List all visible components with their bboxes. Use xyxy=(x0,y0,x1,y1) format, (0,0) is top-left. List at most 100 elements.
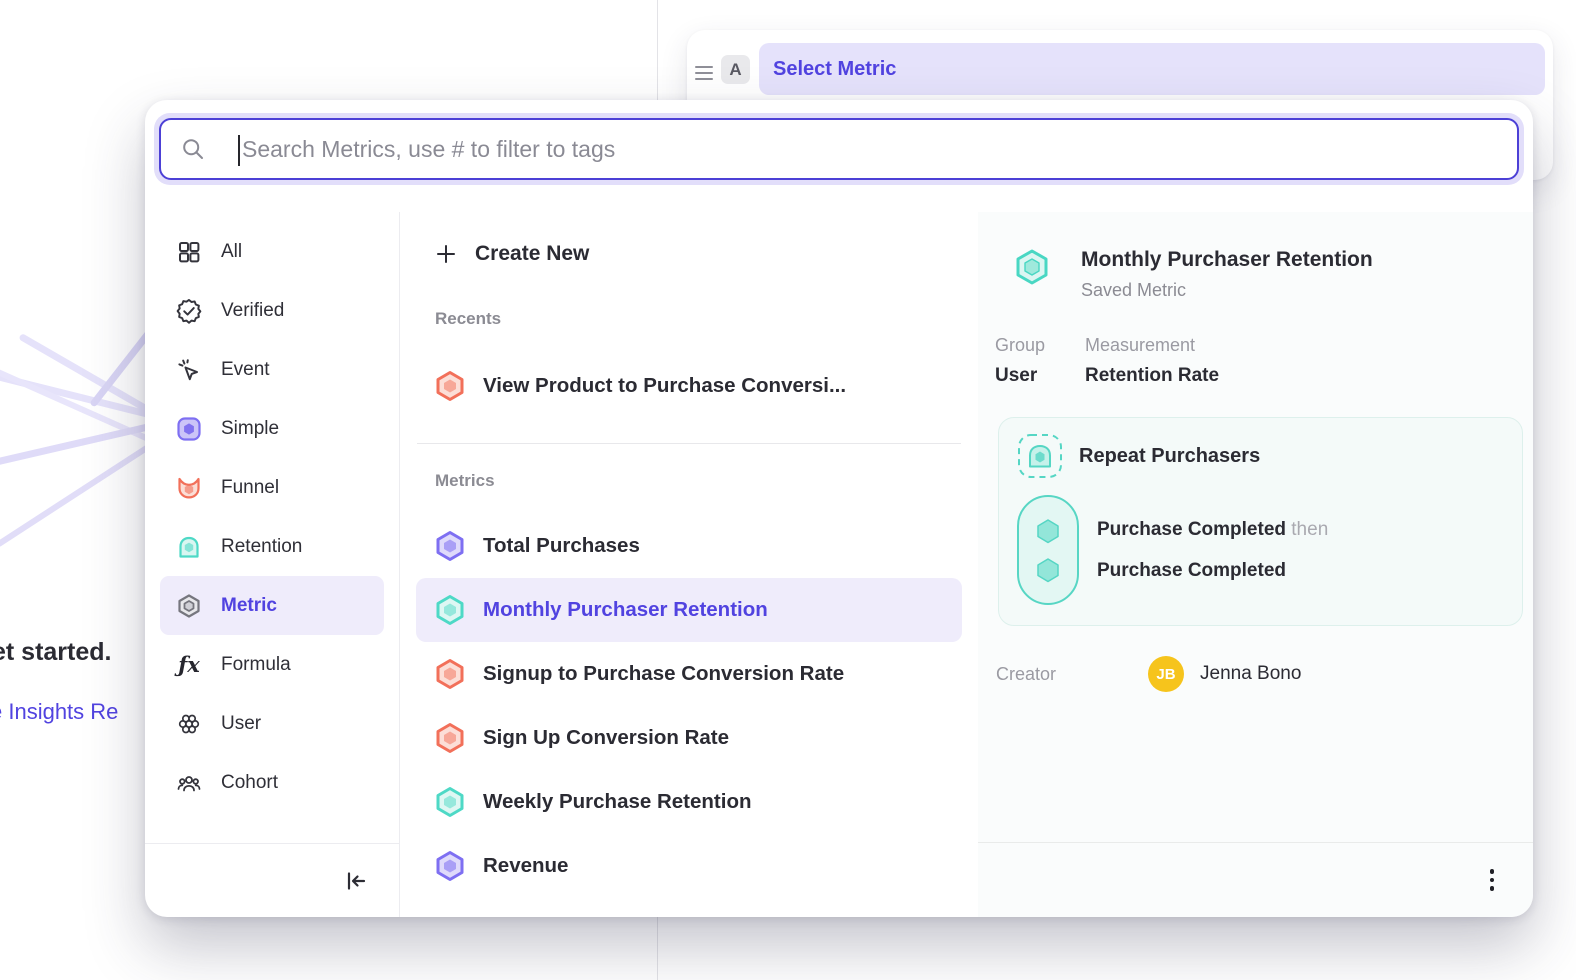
cohort-icon xyxy=(176,770,202,796)
metric-row-label: Monthly Purchaser Retention xyxy=(483,598,768,622)
hexagon-icon xyxy=(434,658,466,690)
sidebar-footer xyxy=(145,843,399,917)
metrics-header: Metrics xyxy=(435,466,978,496)
sidebar-item-retention[interactable]: Retention xyxy=(160,517,384,576)
sidebar-item-label: User xyxy=(221,713,261,735)
series-letter-badge: A xyxy=(721,55,750,84)
hexagon-icon xyxy=(434,594,466,626)
plus-icon xyxy=(434,242,458,266)
filter-sidebar: All Verified xyxy=(145,212,400,917)
sidebar-item-funnel[interactable]: Funnel xyxy=(160,458,384,517)
sidebar-item-formula[interactable]: ƒx Formula xyxy=(160,635,384,694)
sidebar-item-all[interactable]: All xyxy=(160,222,384,281)
metric-row-signup-to-purchase-conversion-rate[interactable]: Signup to Purchase Conversion Rate xyxy=(416,642,962,706)
select-metric-label: Select Metric xyxy=(773,58,896,81)
definition-card: Repeat Purchasers xyxy=(998,417,1523,626)
sidebar-item-metric[interactable]: Metric xyxy=(160,576,384,635)
sidebar-item-label: Metric xyxy=(221,595,277,617)
metric-icon xyxy=(176,593,202,619)
detail-header: Monthly Purchaser Retention Saved Metric xyxy=(978,248,1533,301)
retention-icon xyxy=(176,534,202,560)
detail-subtitle: Saved Metric xyxy=(1081,280,1373,301)
create-new-button[interactable]: Create New xyxy=(416,226,962,282)
more-options-button[interactable] xyxy=(1484,863,1501,897)
measurement-value: Retention Rate xyxy=(1085,365,1219,387)
sidebar-item-label: Formula xyxy=(221,654,291,676)
metric-picker-modal: All Verified xyxy=(145,100,1533,917)
sidebar-item-label: Verified xyxy=(221,300,284,322)
hexagon-icon xyxy=(434,530,466,562)
text-caret xyxy=(238,135,240,166)
metric-row-revenue[interactable]: Revenue xyxy=(416,834,962,898)
avatar: JB xyxy=(1148,656,1184,692)
definition-step-1: Purchase Completed then xyxy=(1097,519,1328,541)
sidebar-item-user[interactable]: User xyxy=(160,694,384,753)
sidebar-item-cohort[interactable]: Cohort xyxy=(160,753,384,812)
search-focus-ring xyxy=(154,113,1524,185)
sidebar-item-label: Funnel xyxy=(221,477,279,499)
sidebar-item-simple[interactable]: Simple xyxy=(160,399,384,458)
sidebar-item-label: Retention xyxy=(221,536,302,558)
creator-row: Creator JB Jenna Bono xyxy=(978,656,1533,692)
definition-connector: then xyxy=(1291,519,1328,540)
hexagon-icon xyxy=(434,786,466,818)
measurement-label: Measurement xyxy=(1085,335,1219,356)
metric-row-label: Sign Up Conversion Rate xyxy=(483,726,729,750)
list-divider xyxy=(417,443,961,444)
event-icon xyxy=(176,357,202,383)
search-box[interactable] xyxy=(159,118,1519,180)
formula-icon: ƒx xyxy=(176,652,202,678)
metric-list-column: Create New Recents View Product to Purch… xyxy=(400,212,978,917)
user-icon xyxy=(176,711,202,737)
retention-steps-capsule xyxy=(1017,495,1079,605)
metric-row-label: Signup to Purchase Conversion Rate xyxy=(483,662,844,686)
metric-row-label: Total Purchases xyxy=(483,534,640,558)
drag-handle-icon[interactable] xyxy=(695,66,713,80)
hexagon-icon xyxy=(434,370,466,402)
metric-row-weekly-purchase-retention[interactable]: Weekly Purchase Retention xyxy=(416,770,962,834)
create-new-label: Create New xyxy=(475,242,589,266)
simple-icon xyxy=(176,416,202,442)
sidebar-item-label: All xyxy=(221,241,242,263)
step-hexagon-icon xyxy=(1034,556,1062,584)
recent-metric-row[interactable]: View Product to Purchase Conversi... xyxy=(416,354,962,418)
detail-footer xyxy=(978,842,1533,917)
search-input[interactable] xyxy=(205,136,1517,163)
sidebar-item-label: Event xyxy=(221,359,270,381)
step-hexagon-icon xyxy=(1034,517,1062,545)
definition-step-2: Purchase Completed xyxy=(1097,560,1328,582)
funnel-icon xyxy=(176,475,202,501)
sidebar-item-event[interactable]: Event xyxy=(160,340,384,399)
retention-definition-icon xyxy=(1017,433,1063,479)
recents-header: Recents xyxy=(435,304,978,334)
search-zone xyxy=(145,100,1533,212)
sidebar-item-label: Cohort xyxy=(221,772,278,794)
hexagon-icon xyxy=(434,722,466,754)
background-heading-fragment: et started. xyxy=(0,638,111,667)
sidebar-item-label: Simple xyxy=(221,418,279,440)
creator-name: Jenna Bono xyxy=(1200,663,1301,685)
metric-detail-panel: Monthly Purchaser Retention Saved Metric… xyxy=(978,212,1533,917)
group-label: Group xyxy=(995,335,1061,356)
metric-row-label: Weekly Purchase Retention xyxy=(483,790,752,814)
collapse-left-icon xyxy=(343,868,369,894)
verified-icon xyxy=(176,298,202,324)
creator-label: Creator xyxy=(996,664,1148,685)
grid-icon xyxy=(176,239,202,265)
definition-name: Repeat Purchasers xyxy=(1079,445,1260,468)
detail-meta: Group User Measurement Retention Rate xyxy=(978,335,1533,387)
metric-hexagon-icon xyxy=(1013,248,1051,286)
group-value: User xyxy=(995,365,1061,387)
select-metric-button[interactable]: Select Metric xyxy=(759,43,1545,95)
search-icon xyxy=(181,137,205,161)
metric-row-monthly-purchaser-retention[interactable]: Monthly Purchaser Retention xyxy=(416,578,962,642)
sidebar-item-verified[interactable]: Verified xyxy=(160,281,384,340)
metric-row-label: View Product to Purchase Conversi... xyxy=(483,374,846,398)
hexagon-icon xyxy=(434,850,466,882)
metric-row-total-purchases[interactable]: Total Purchases xyxy=(416,514,962,578)
metric-row-label: Revenue xyxy=(483,854,568,878)
background-link-fragment[interactable]: e Insights Re xyxy=(0,699,118,725)
background-illustration xyxy=(0,250,150,550)
collapse-sidebar-button[interactable] xyxy=(339,864,373,898)
metric-row-sign-up-conversion-rate[interactable]: Sign Up Conversion Rate xyxy=(416,706,962,770)
